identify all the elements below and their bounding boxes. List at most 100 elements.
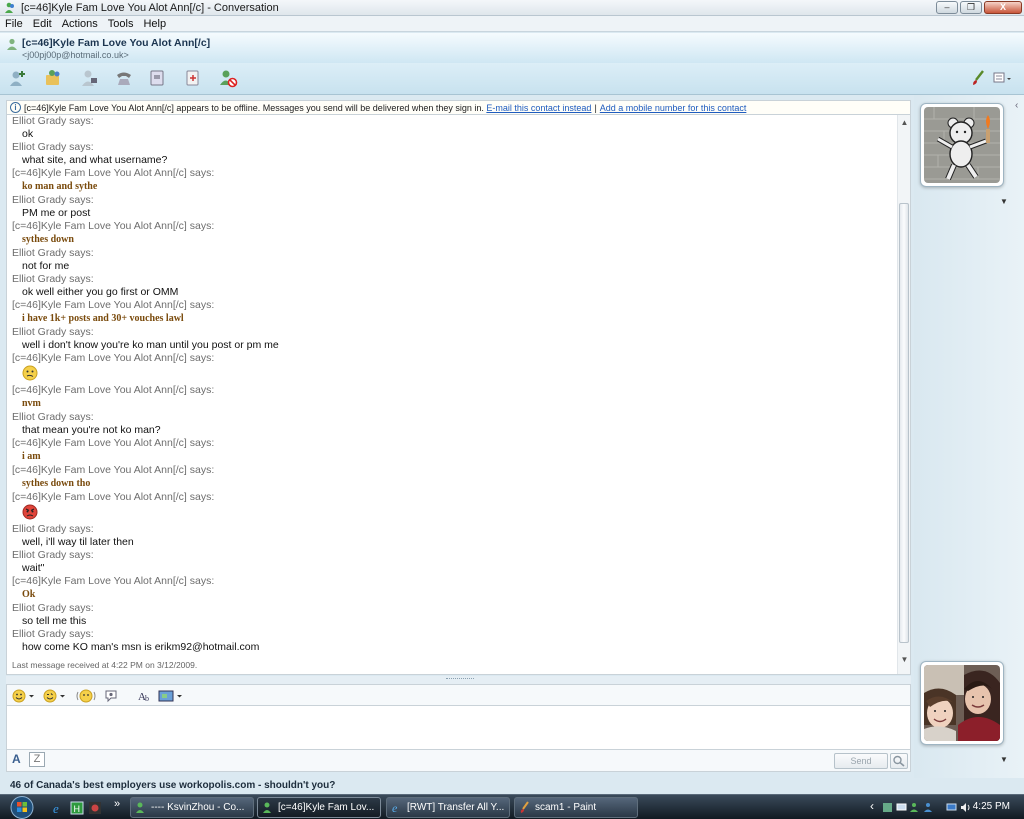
contact-status-icon (7, 38, 17, 50)
invite-icon[interactable] (8, 68, 28, 88)
message-sender: Elliot Grady says: (12, 549, 94, 561)
menu-icon[interactable] (992, 68, 1012, 88)
task-kyle-conversation[interactable]: [c=46]Kyle Fam Lov... (257, 797, 381, 818)
display-picture-panel: ▼ ▼ (914, 95, 1024, 780)
quick-launch-game-icon[interactable] (88, 801, 102, 815)
tray-display-icon[interactable] (946, 802, 957, 813)
message-text: ok (22, 128, 34, 140)
send-button[interactable]: Send (834, 753, 888, 769)
video-call-icon[interactable] (79, 68, 99, 88)
message-entry: Elliot Grady says: well i don't know you'… (12, 326, 897, 352)
message-entry: Elliot Grady says: so tell me this (12, 602, 897, 628)
nudge-icon[interactable] (75, 688, 97, 704)
message-entry: Elliot Grady says: well, i'll way til lat… (12, 523, 897, 549)
quick-launch-overflow[interactable]: » (114, 798, 120, 810)
message-text: sythes down tho (22, 478, 91, 489)
quick-launch-app-icon[interactable]: H (70, 801, 84, 815)
close-button[interactable]: X (984, 1, 1022, 14)
menu-edit[interactable]: Edit (33, 18, 52, 30)
message-input[interactable] (6, 706, 911, 750)
tray-messenger-icon[interactable] (910, 802, 921, 813)
voice-clip-icon[interactable] (103, 688, 119, 704)
splitter-grip[interactable] (446, 678, 474, 681)
task-ksvinzhou[interactable]: ---- KsvinZhou - Co... (130, 797, 254, 818)
messenger-task-icon (136, 802, 144, 813)
message-text: i am (22, 451, 41, 462)
message-sender: [c=46]Kyle Fam Love You Alot Ann[/c] say… (12, 299, 215, 311)
paint-brush-icon[interactable] (968, 68, 988, 88)
svg-text:H: H (74, 804, 81, 814)
start-button[interactable] (6, 795, 38, 819)
message-sender: [c=46]Kyle Fam Love You Alot Ann[/c] say… (12, 575, 215, 587)
offline-info-bar: i [c=46]Kyle Fam Love You Alot Ann[/c] a… (6, 100, 911, 115)
menu-file[interactable]: File (5, 18, 23, 30)
scroll-up-arrow-icon[interactable]: ▲ (900, 118, 909, 127)
background-picker-icon[interactable] (157, 688, 185, 704)
offline-message: [c=46]Kyle Fam Love You Alot Ann[/c] app… (24, 102, 484, 113)
email-contact-link[interactable]: E-mail this contact instead (486, 103, 591, 113)
wink-picker-icon[interactable] (43, 688, 67, 704)
menu-help[interactable]: Help (143, 18, 166, 30)
menu-actions[interactable]: Actions (62, 18, 98, 30)
advertisement-text[interactable]: 46 of Canada's best employers use workop… (0, 778, 1024, 794)
minimize-button[interactable]: – (936, 1, 958, 14)
messenger-icon (5, 2, 14, 13)
message-text: so tell me this (22, 615, 87, 627)
maximize-button[interactable]: ❐ (960, 1, 982, 14)
show-hidden-icons-chevron-icon[interactable]: ‹ (870, 799, 874, 813)
search-button[interactable] (890, 753, 908, 769)
resize-splitter[interactable] (6, 676, 911, 684)
conversation-toolbar (0, 63, 1024, 95)
taskbar-clock[interactable]: 4:25 PM (973, 801, 1010, 812)
block-icon[interactable] (218, 68, 238, 88)
last-message-received: Last message received at 4:22 PM on 3/12… (12, 660, 198, 670)
activities-icon[interactable] (148, 68, 168, 88)
menu-tools[interactable]: Tools (108, 18, 134, 30)
emoticon-picker-icon[interactable] (12, 688, 36, 704)
message-sender: [c=46]Kyle Fam Love You Alot Ann[/c] say… (12, 220, 215, 232)
internet-explorer-icon[interactable]: e (52, 801, 66, 816)
message-entry: Elliot Grady says: PM me or post (12, 194, 897, 220)
tray-network-icon[interactable] (896, 802, 907, 813)
collapse-panel-chevron-icon[interactable]: ‹ (1015, 100, 1024, 118)
share-files-icon[interactable] (43, 68, 63, 88)
contact-picture-menu-arrow-icon[interactable]: ▼ (1000, 197, 1008, 206)
confused-emoticon (12, 365, 897, 384)
message-entry: Elliot Grady says: how come KO man's msn … (12, 628, 897, 654)
link-separator: | (594, 102, 597, 113)
message-text: wait" (22, 562, 45, 574)
tray-app-icon[interactable] (882, 802, 893, 813)
task-label: [RWT] Transfer All Y... (407, 802, 505, 813)
message-sender: Elliot Grady says: (12, 628, 94, 640)
contact-display-picture[interactable] (920, 103, 1004, 187)
message-text: sythes down (22, 234, 74, 245)
message-entry: [c=46]Kyle Fam Love You Alot Ann[/c] say… (12, 352, 897, 384)
scroll-down-arrow-icon[interactable]: ▼ (900, 655, 909, 664)
add-mobile-link[interactable]: Add a mobile number for this contact (600, 103, 747, 113)
message-entry: [c=46]Kyle Fam Love You Alot Ann[/c] say… (12, 437, 897, 464)
tray-messenger-secondary-icon[interactable] (924, 802, 935, 813)
message-sender: Elliot Grady says: (12, 247, 94, 259)
conversation-history[interactable]: Elliot Grady says: ok Elliot Grady says: wh… (6, 115, 911, 675)
games-icon[interactable] (183, 68, 203, 88)
handwriting-tab[interactable]: Z (29, 752, 45, 767)
message-sender: Elliot Grady says: (12, 273, 94, 285)
task-paint[interactable]: scam1 - Paint (514, 797, 638, 818)
message-entry: Elliot Grady says: what site, and what us… (12, 141, 897, 167)
svg-text:e: e (392, 801, 398, 814)
my-display-picture[interactable] (920, 661, 1004, 745)
my-picture-menu-arrow-icon[interactable]: ▼ (1000, 755, 1008, 764)
scroll-thumb[interactable] (899, 203, 909, 643)
message-text: i have 1k+ posts and 30+ vouches lawl (22, 313, 184, 324)
message-sender: [c=46]Kyle Fam Love You Alot Ann[/c] say… (12, 464, 215, 476)
info-icon: i (10, 102, 21, 113)
task-rwt-transfer[interactable]: e [RWT] Transfer All Y... (386, 797, 510, 818)
font-icon[interactable]: Ab (137, 688, 153, 704)
message-text: that mean you're not ko man? (22, 424, 161, 436)
tray-volume-icon[interactable] (960, 802, 971, 813)
message-sender: Elliot Grady says: (12, 141, 94, 153)
type-tab[interactable]: A (12, 752, 21, 766)
history-scrollbar[interactable]: ▲ ▼ (897, 115, 910, 674)
angry-emoticon (12, 504, 897, 523)
call-icon[interactable] (114, 68, 134, 88)
